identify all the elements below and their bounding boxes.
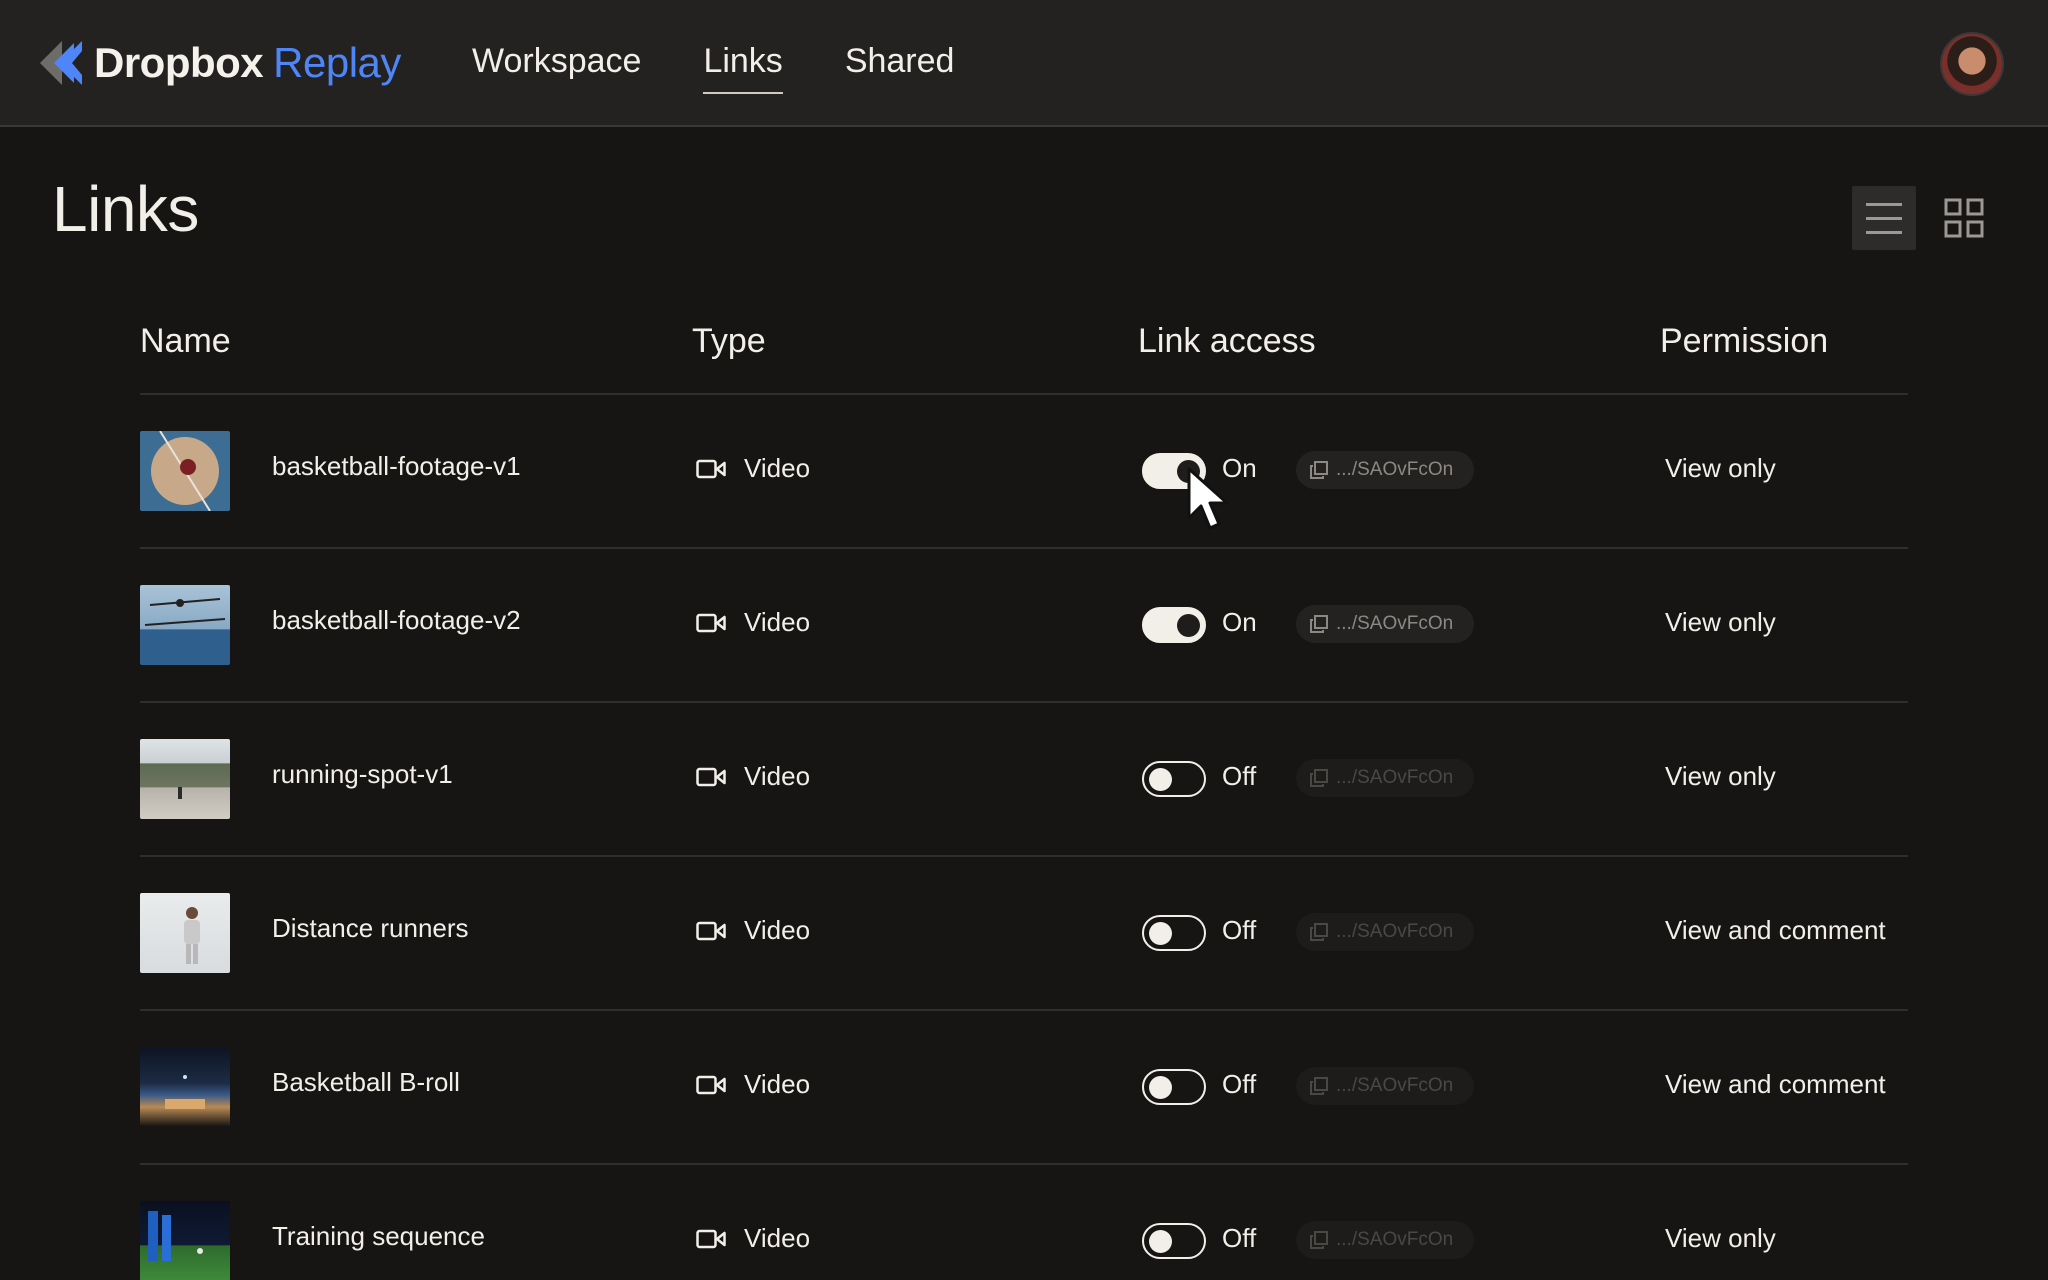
link-access-toggle[interactable] — [1142, 607, 1206, 643]
permission-value[interactable]: View only — [1665, 1223, 1776, 1254]
table-header: Name Type Link access Permission — [140, 300, 1908, 395]
file-type-label: Video — [744, 915, 811, 945]
video-camera-icon — [696, 1229, 726, 1248]
file-type: Video — [696, 1069, 810, 1100]
list-view-button[interactable] — [1852, 186, 1916, 250]
video-camera-icon — [696, 1075, 726, 1094]
file-name[interactable]: Distance runners — [272, 913, 469, 944]
copy-icon — [1310, 615, 1328, 633]
link-access-state: On — [1222, 607, 1257, 637]
video-camera-icon — [696, 613, 726, 632]
toggle-knob — [1149, 1230, 1172, 1253]
column-header-link-access[interactable]: Link access — [1138, 322, 1316, 361]
user-avatar[interactable] — [1940, 32, 2004, 96]
video-camera-icon — [696, 921, 726, 940]
toggle-knob — [1149, 1076, 1172, 1099]
file-name[interactable]: basketball-footage-v1 — [272, 451, 521, 482]
file-type: Video — [696, 915, 810, 946]
file-type: Video — [696, 607, 810, 638]
column-header-permission[interactable]: Permission — [1660, 322, 1828, 361]
permission-value[interactable]: View and comment — [1665, 915, 1886, 946]
toggle-knob — [1149, 768, 1172, 791]
link-url: .../SAOvFcOn — [1336, 1229, 1454, 1250]
copy-link-chip: .../SAOvFcOn — [1296, 1221, 1474, 1259]
link-access-state: Off — [1222, 1223, 1257, 1253]
copy-icon — [1310, 769, 1328, 787]
video-thumbnail[interactable] — [140, 1201, 230, 1280]
video-camera-icon — [696, 767, 726, 786]
link-access-toggle[interactable] — [1142, 915, 1206, 951]
table-row[interactable]: Distance runners Video Off .../SAOvFcOn … — [140, 857, 1908, 1011]
link-access-state: Off — [1222, 1069, 1257, 1099]
link-url: .../SAOvFcOn — [1336, 767, 1454, 788]
permission-value[interactable]: View only — [1665, 453, 1776, 484]
link-url: .../SAOvFcOn — [1336, 1075, 1454, 1096]
file-type-label: Video — [744, 1069, 811, 1099]
toggle-knob — [1177, 614, 1200, 637]
file-type: Video — [696, 761, 810, 792]
mouse-pointer-icon — [1187, 467, 1229, 530]
copy-link-chip[interactable]: .../SAOvFcOn — [1296, 451, 1474, 489]
nav-shared[interactable]: Shared — [845, 36, 955, 92]
copy-link-chip: .../SAOvFcOn — [1296, 913, 1474, 951]
nav-links[interactable]: Links — [703, 36, 784, 94]
copy-icon — [1310, 1231, 1328, 1249]
video-thumbnail[interactable] — [140, 431, 230, 511]
table-row[interactable]: basketball-footage-v1 Video On .../SAOvF… — [140, 395, 1908, 549]
list-icon — [1866, 203, 1902, 234]
link-access-state: Off — [1222, 915, 1257, 945]
permission-value[interactable]: View only — [1665, 761, 1776, 792]
link-url: .../SAOvFcOn — [1336, 459, 1454, 480]
file-type-label: Video — [744, 761, 811, 791]
main-nav: Workspace Links Shared — [472, 36, 1016, 94]
file-type-label: Video — [744, 1223, 811, 1253]
link-access-state: Off — [1222, 761, 1257, 791]
table-row[interactable]: Basketball B-roll Video Off .../SAOvFcOn… — [140, 1011, 1908, 1165]
copy-icon — [1310, 1077, 1328, 1095]
grid-view-button[interactable] — [1932, 186, 1996, 250]
table-row[interactable]: basketball-footage-v2 Video On .../SAOvF… — [140, 549, 1908, 703]
brand-primary: Dropbox — [94, 39, 264, 86]
permission-value[interactable]: View and comment — [1665, 1069, 1886, 1100]
video-thumbnail[interactable] — [140, 585, 230, 665]
video-thumbnail[interactable] — [140, 1047, 230, 1127]
link-access-toggle[interactable] — [1142, 1223, 1206, 1259]
copy-icon — [1310, 461, 1328, 479]
video-thumbnail[interactable] — [140, 739, 230, 819]
link-url: .../SAOvFcOn — [1336, 921, 1454, 942]
table-row[interactable]: running-spot-v1 Video Off .../SAOvFcOn V… — [140, 703, 1908, 857]
permission-value[interactable]: View only — [1665, 607, 1776, 638]
file-name[interactable]: Training sequence — [272, 1221, 485, 1252]
copy-icon — [1310, 923, 1328, 941]
column-header-name[interactable]: Name — [140, 322, 231, 361]
toggle-knob — [1149, 922, 1172, 945]
brand-secondary: Replay — [273, 39, 401, 86]
file-name[interactable]: Basketball B-roll — [272, 1067, 460, 1098]
link-access-toggle[interactable] — [1142, 1069, 1206, 1105]
link-url: .../SAOvFcOn — [1336, 613, 1454, 634]
logo[interactable]: Dropbox Replay — [40, 38, 401, 88]
copy-link-chip: .../SAOvFcOn — [1296, 1067, 1474, 1105]
file-name[interactable]: running-spot-v1 — [272, 759, 453, 790]
table-row[interactable]: Training sequence Video Off .../SAOvFcOn… — [140, 1165, 1908, 1280]
link-access-toggle[interactable] — [1142, 761, 1206, 797]
copy-link-chip[interactable]: .../SAOvFcOn — [1296, 605, 1474, 643]
grid-icon — [1944, 198, 1984, 238]
video-camera-icon — [696, 459, 726, 478]
app-window: Dropbox Replay Workspace Links Shared Lin… — [0, 0, 2048, 1280]
nav-workspace[interactable]: Workspace — [472, 36, 641, 92]
replay-logo-icon — [40, 41, 82, 85]
page-title: Links — [52, 173, 199, 245]
brand-name: Dropbox Replay — [94, 39, 401, 87]
video-thumbnail[interactable] — [140, 893, 230, 973]
copy-link-chip: .../SAOvFcOn — [1296, 759, 1474, 797]
file-type: Video — [696, 453, 810, 484]
links-table: Name Type Link access Permission basketb… — [140, 300, 1908, 1280]
top-bar: Dropbox Replay Workspace Links Shared — [0, 0, 2048, 127]
column-header-type[interactable]: Type — [692, 322, 766, 361]
file-type-label: Video — [744, 453, 811, 483]
file-type: Video — [696, 1223, 810, 1254]
file-name[interactable]: basketball-footage-v2 — [272, 605, 521, 636]
file-type-label: Video — [744, 607, 811, 637]
